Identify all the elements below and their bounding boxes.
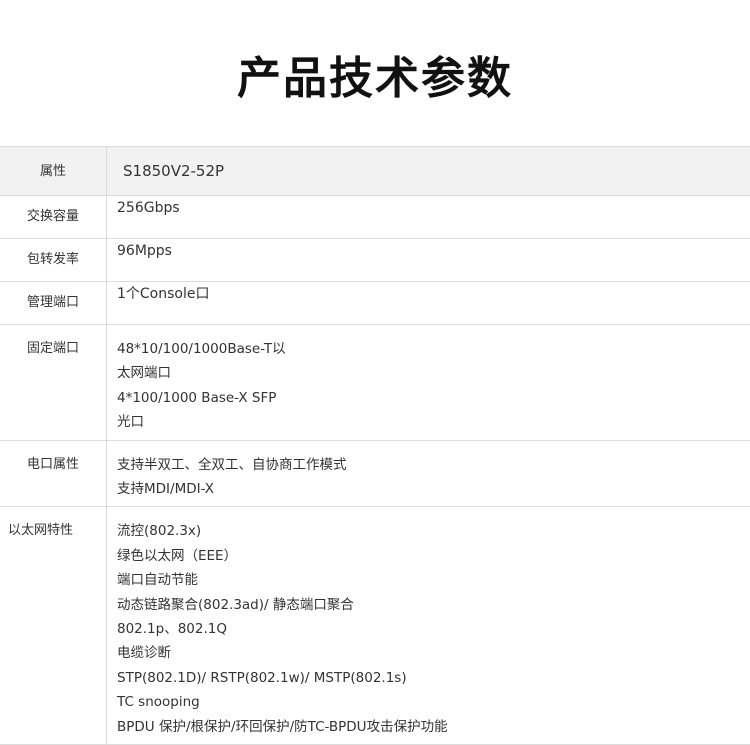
- row-label: 电口属性: [0, 440, 107, 507]
- row-value: 48*10/100/1000Base-T以 太网端口 4*100/1000 Ba…: [107, 325, 750, 440]
- table-row-electrical-port-properties: 电口属性 支持半双工、全双工、自协商工作模式 支持MDI/MDI-X: [0, 440, 750, 508]
- value-line: 支持MDI/MDI-X: [117, 481, 215, 498]
- header-label: 属性: [0, 147, 107, 195]
- row-label: 以太网特性: [0, 507, 107, 745]
- value-line: 256Gbps: [117, 200, 180, 216]
- table-row-fixed-ports: 固定端口 48*10/100/1000Base-T以 太网端口 4*100/10…: [0, 325, 750, 441]
- row-value: 支持半双工、全双工、自协商工作模式 支持MDI/MDI-X: [107, 441, 750, 507]
- value-line: 流控(802.3x): [117, 523, 202, 540]
- row-value: 1个Console口: [107, 282, 750, 324]
- value-line: 太网端口: [117, 365, 171, 382]
- value-line: 1个Console口: [117, 286, 210, 302]
- row-label: 管理端口: [0, 282, 107, 324]
- value-line: 绿色以太网（EEE）: [117, 547, 238, 564]
- value-line: BPDU 保护/根保护/环回保护/防TC-BPDU攻击保护功能: [117, 718, 448, 735]
- table-row-ethernet-features: 以太网特性 流控(802.3x) 绿色以太网（EEE） 端口自动节能 动态链路聚…: [0, 507, 750, 745]
- page-title: 产品技术参数: [237, 53, 513, 104]
- row-label: 交换容量: [0, 196, 107, 238]
- row-label: 包转发率: [0, 239, 107, 281]
- header-model: S1850V2-52P: [123, 162, 225, 180]
- table-row-forwarding-rate: 包转发率 96Mpps: [0, 239, 750, 282]
- row-value: 96Mpps: [107, 239, 750, 281]
- spec-table: 属性 S1850V2-52P 交换容量 256Gbps 包转发率 96Mpps …: [0, 146, 750, 745]
- value-line: STP(802.1D)/ RSTP(802.1w)/ MSTP(802.1s): [117, 669, 407, 686]
- table-row-management-port: 管理端口 1个Console口: [0, 282, 750, 325]
- value-line: 802.1p、802.1Q: [117, 621, 227, 638]
- value-line: 端口自动节能: [117, 572, 198, 589]
- value-line: 动态链路聚合(802.3ad)/ 静态端口聚合: [117, 596, 354, 613]
- value-line: 支持半双工、全双工、自协商工作模式: [117, 456, 347, 473]
- row-value: 256Gbps: [107, 196, 750, 238]
- row-value: 流控(802.3x) 绿色以太网（EEE） 端口自动节能 动态链路聚合(802.…: [107, 507, 750, 744]
- table-row-switching-capacity: 交换容量 256Gbps: [0, 196, 750, 239]
- value-line: 48*10/100/1000Base-T以: [117, 341, 286, 357]
- value-line: 电缆诊断: [117, 645, 171, 662]
- value-line: TC snooping: [117, 694, 200, 711]
- value-line: 光口: [117, 414, 144, 431]
- value-line: 96Mpps: [117, 243, 172, 259]
- row-label: 固定端口: [0, 325, 107, 440]
- value-line: 4*100/1000 Base-X SFP: [117, 389, 277, 406]
- table-header-row: 属性 S1850V2-52P: [0, 147, 750, 196]
